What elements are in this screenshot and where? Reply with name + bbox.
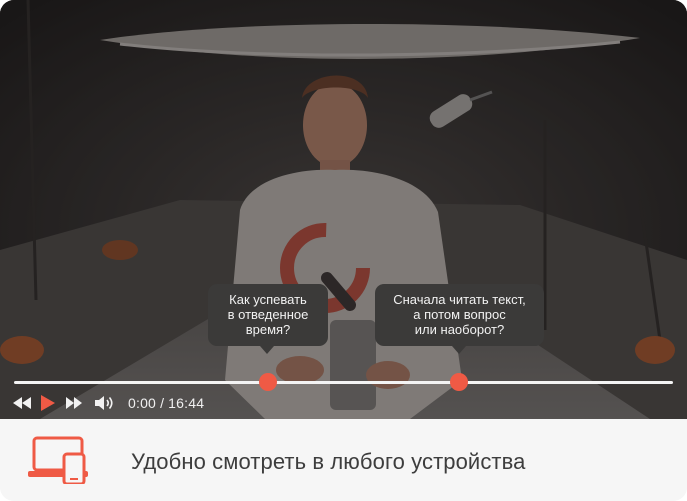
chapter-tooltip-2: Сначала читать текст, а потом вопрос или… [375,284,544,354]
video-overlay [0,0,687,419]
devices-icon [28,436,88,484]
volume-icon [95,396,113,410]
duration: 16:44 [168,395,205,411]
time-display: 0:00 / 16:44 [128,395,204,411]
play-button[interactable] [36,394,60,412]
play-icon [41,395,55,411]
volume-button[interactable] [94,395,116,411]
caption-text: Удобно смотреть в любого устройства [131,449,526,474]
rewind-button[interactable] [12,396,32,410]
player-controls: 0:00 / 16:44 [12,393,204,413]
forward-button[interactable] [64,396,84,410]
current-time: 0:00 [128,395,157,411]
video-player[interactable]: Как успевать в отведенное время? Сначала… [0,0,687,419]
video-card: Как успевать в отведенное время? Сначала… [0,0,687,501]
time-separator: / [160,395,165,411]
chapter-marker-2[interactable] [450,373,468,391]
chapter-marker-1[interactable] [259,373,277,391]
chapter-tooltip-1: Как успевать в отведенное время? [208,284,328,354]
rewind-icon [13,397,31,409]
progress-bar[interactable] [14,381,673,384]
fast-forward-icon [66,397,82,409]
